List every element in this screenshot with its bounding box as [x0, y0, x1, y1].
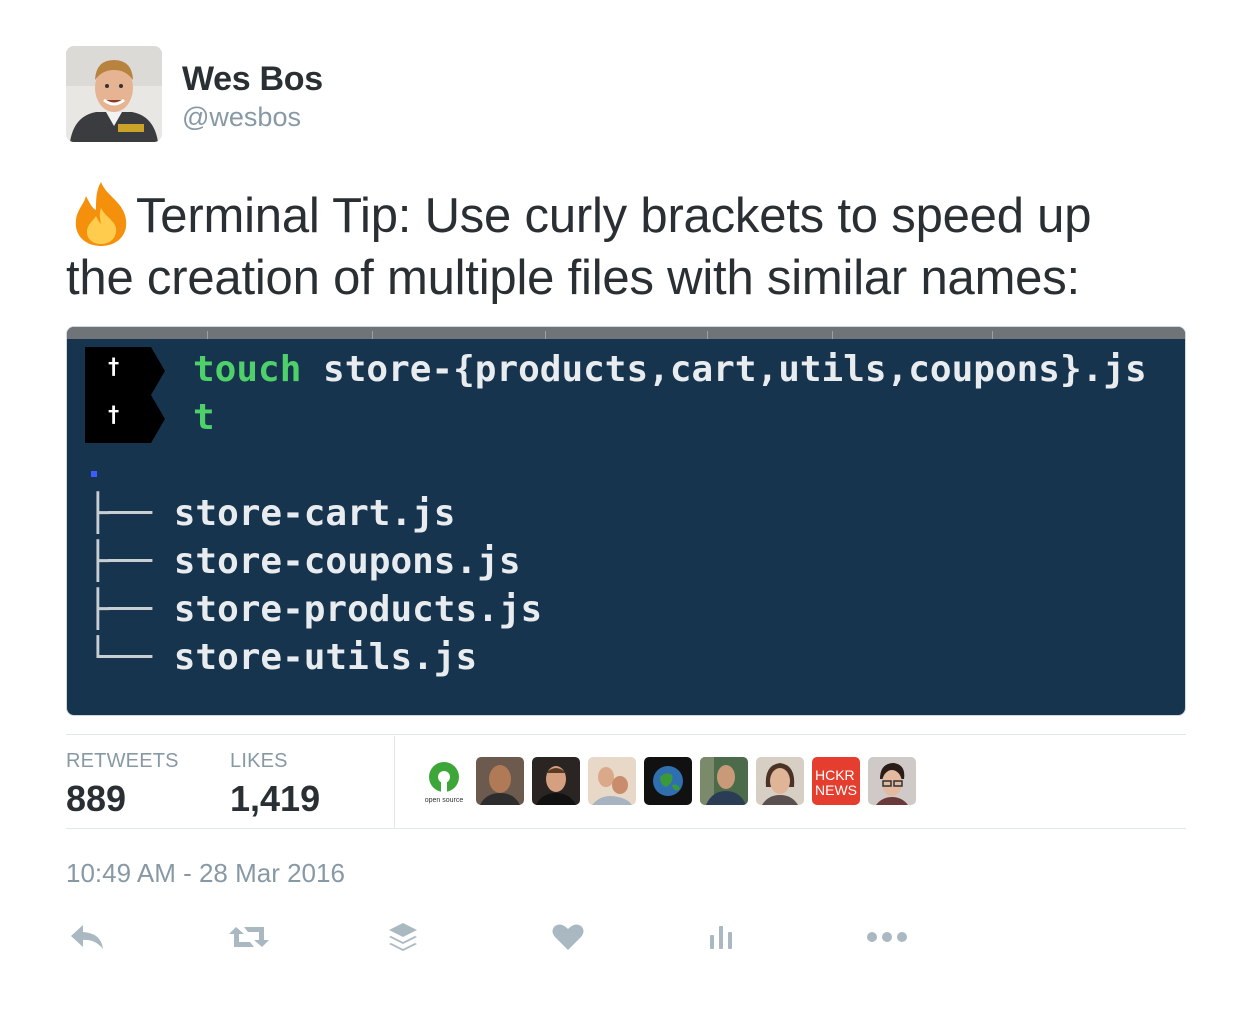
retweet-button[interactable] — [228, 918, 270, 960]
analytics-icon — [707, 923, 735, 956]
author-avatar[interactable] — [66, 46, 162, 142]
liker-avatar-hckr-news[interactable]: HCKR NEWS — [812, 757, 860, 805]
liker-avatars: open source HCKR NEWS — [420, 757, 916, 807]
reply-button[interactable] — [66, 918, 108, 960]
liker-avatar[interactable] — [532, 757, 580, 805]
buffer-icon — [387, 921, 419, 958]
liker-avatar-open-source[interactable]: open source — [420, 757, 468, 805]
tree-row: ├── store-coupons.js — [87, 541, 521, 582]
tweet-timestamp[interactable]: 10:49 AM - 28 Mar 2016 — [66, 858, 345, 889]
reply-icon — [69, 923, 105, 956]
like-button[interactable] — [547, 918, 589, 960]
liker-avatar[interactable] — [756, 757, 804, 805]
author-handle[interactable]: @wesbos — [182, 102, 301, 133]
tree-row: ├── store-cart.js — [87, 493, 456, 534]
terminal-top-bar — [67, 327, 1185, 339]
liker-avatar[interactable] — [868, 757, 916, 805]
retweet-icon — [228, 923, 270, 956]
tweet-text-line2: the creation of multiple files with simi… — [66, 251, 1080, 305]
terminal-second-line: t — [193, 397, 215, 438]
tree-root-dot — [91, 471, 97, 477]
terminal-command-args: store-{products,cart,utils,coupons}.js — [301, 349, 1147, 390]
prompt-badge: † — [85, 347, 165, 395]
tree-row: └── store-utils.js — [87, 637, 478, 678]
analytics-button[interactable] — [700, 918, 742, 960]
likes-count[interactable]: 1,419 — [230, 778, 320, 820]
more-button[interactable] — [866, 918, 908, 960]
likes-label[interactable]: LIKES — [230, 750, 288, 773]
buffer-button[interactable] — [382, 918, 424, 960]
more-icon — [866, 930, 908, 948]
tweet-text-line1: Terminal Tip: Use curly brackets to spee… — [136, 189, 1092, 243]
liker-avatar[interactable] — [476, 757, 524, 805]
tree-row: ├── store-products.js — [87, 589, 543, 630]
terminal-command-word: touch — [193, 349, 302, 390]
divider — [66, 828, 1186, 829]
retweets-count[interactable]: 889 — [66, 778, 126, 820]
terminal-image[interactable]: † † touch store-{products,cart,utils,cou… — [66, 326, 1186, 716]
liker-avatar[interactable] — [644, 757, 692, 805]
retweets-label[interactable]: RETWEETS — [66, 750, 179, 773]
tweet-text: Terminal Tip: Use curly brackets to spee… — [66, 180, 1186, 309]
divider — [66, 734, 1186, 735]
stats-separator — [394, 736, 395, 828]
author-name[interactable]: Wes Bos — [182, 60, 323, 99]
fire-emoji-icon — [66, 180, 136, 246]
liker-avatar[interactable] — [588, 757, 636, 805]
prompt-badge: † — [85, 395, 165, 443]
liker-avatar[interactable] — [700, 757, 748, 805]
heart-icon — [552, 923, 584, 956]
terminal-command-line: touch store-{products,cart,utils,coupons… — [193, 349, 1147, 390]
